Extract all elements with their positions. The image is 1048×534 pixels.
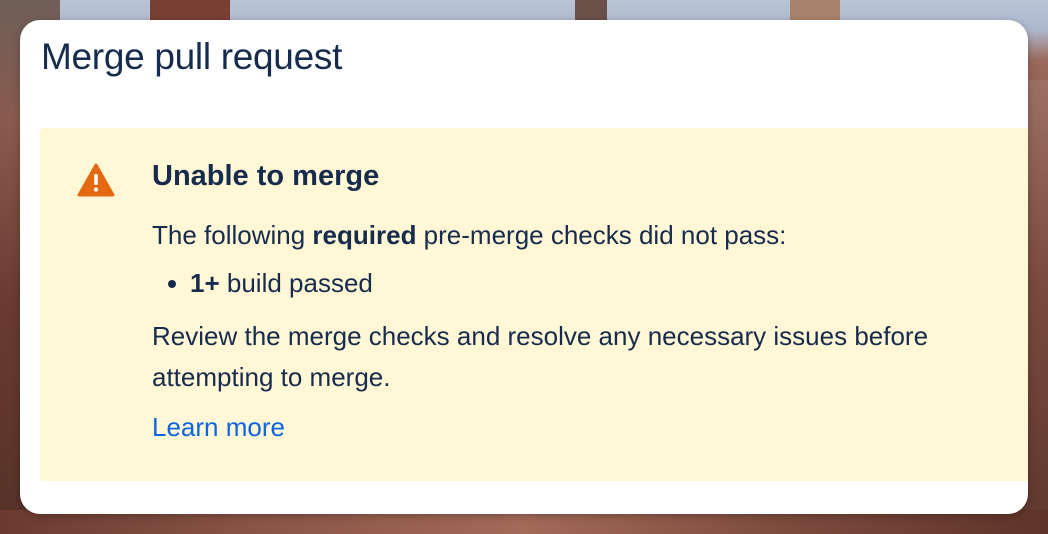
warning-triangle-icon [77,163,115,197]
check-count: 1+ [190,268,220,298]
review-instructions: Review the merge checks and resolve any … [152,321,929,392]
dialog-title: Merge pull request [41,36,343,77]
failed-checks-list: 1+ build passed [152,268,373,299]
warning-intro-required: required [312,220,417,250]
background-chimney [790,0,840,22]
list-item: 1+ build passed [152,268,373,299]
warning-intro-before: The following [152,220,313,250]
learn-more-link[interactable]: Learn more [152,412,285,443]
bullet-icon [168,279,176,288]
merge-pull-request-dialog: Merge pull request Unable to merge The f… [20,20,1028,514]
warning-intro: The following required pre-merge checks … [152,220,786,251]
unable-to-merge-warning: Unable to merge The following required p… [40,128,1028,481]
check-label: build passed [219,268,373,298]
background-chimney [150,0,230,22]
warning-title: Unable to merge [152,160,380,192]
background-chimney [575,0,607,22]
warning-intro-after: pre-merge checks did not pass: [416,220,787,250]
